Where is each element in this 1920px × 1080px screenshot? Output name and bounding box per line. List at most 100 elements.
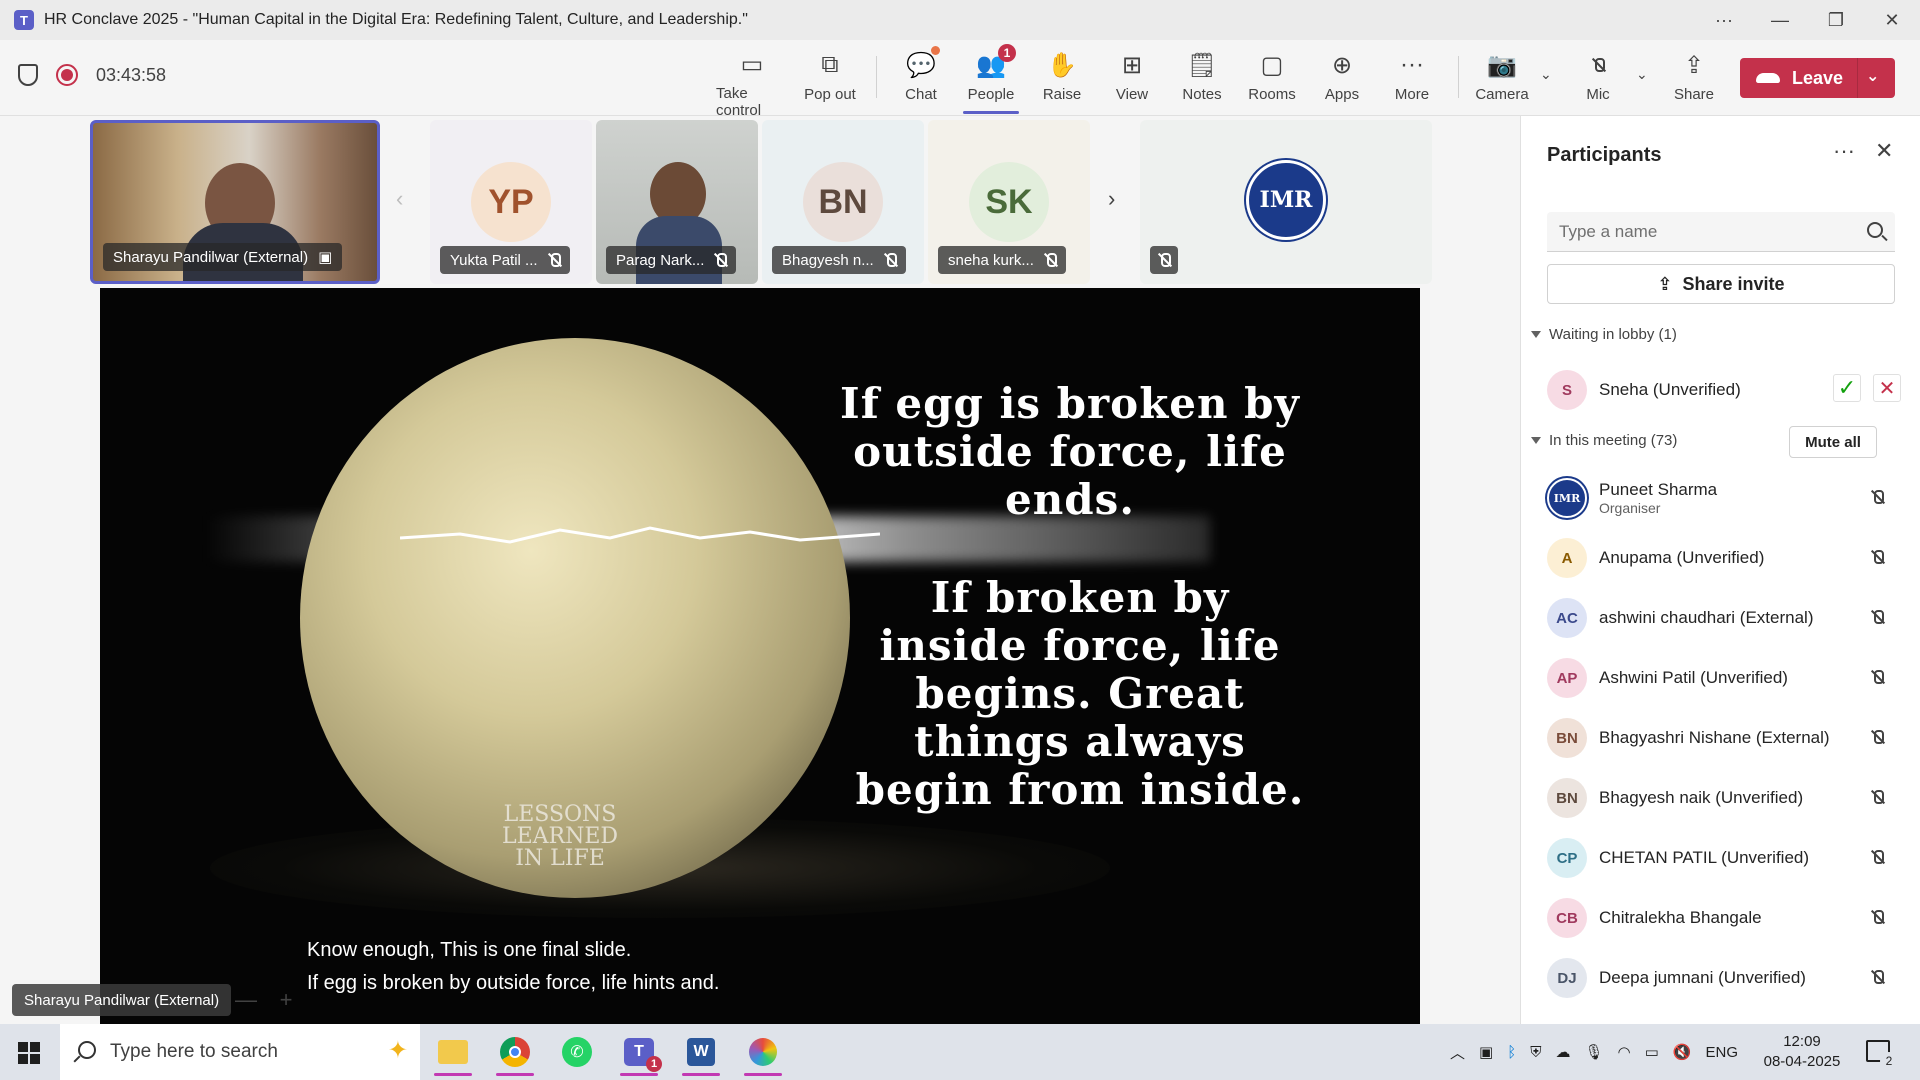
teams-icon: T — [14, 10, 34, 30]
mic-off-icon — [1871, 610, 1884, 624]
mic-options-chevron-icon[interactable]: ⌄ — [1636, 66, 1648, 83]
org-logo: IMR — [1246, 160, 1326, 240]
paint-icon[interactable] — [738, 1028, 788, 1076]
apps-button[interactable]: ⊕ Apps — [1306, 50, 1378, 110]
language-indicator[interactable]: ENG — [1706, 1044, 1739, 1061]
share-icon: ⇪ — [1657, 273, 1673, 294]
mic-off-icon — [1871, 970, 1884, 984]
close-icon[interactable]: ✕ — [1864, 0, 1920, 40]
zoom-out-button[interactable]: — — [230, 984, 262, 1016]
security-icon[interactable]: ⛨ — [1530, 1044, 1541, 1061]
participant-row[interactable]: A Anupama (Unverified) — [1547, 534, 1907, 582]
word-icon[interactable]: W — [676, 1028, 726, 1076]
participant-name: ashwini chaudhari (External) — [1599, 608, 1814, 627]
restore-icon[interactable]: ❐ — [1808, 0, 1864, 40]
windows-start-icon[interactable] — [18, 1042, 40, 1064]
share-invite-button[interactable]: ⇪ Share invite — [1547, 264, 1895, 304]
participant-search-input[interactable]: Type a name — [1547, 212, 1895, 252]
onedrive-icon[interactable]: ☁ — [1555, 1043, 1570, 1061]
more-button[interactable]: ··· More — [1376, 50, 1448, 110]
notification-center-icon[interactable]: 2 — [1866, 1040, 1898, 1070]
gallery-prev-icon[interactable]: ‹ — [396, 186, 403, 212]
participant-row[interactable]: CP CHETAN PATIL (Unverified) — [1547, 834, 1907, 882]
phone-icon — [1756, 73, 1780, 83]
pop-out-button[interactable]: ⧉ Pop out — [794, 50, 866, 110]
participant-row[interactable]: IMR Puneet Sharma Organiser — [1547, 474, 1907, 522]
windows-taskbar: Type here to search ✦ ✆ T1 W ︿ ▣ ᛒ ⛨ ☁ 🎙… — [0, 1024, 1920, 1080]
admit-button[interactable]: ✓ — [1833, 374, 1861, 402]
avatar: CB — [1547, 898, 1587, 938]
close-icon[interactable]: ✕ — [1875, 138, 1893, 164]
taskbar-clock[interactable]: 12:09 08-04-2025 — [1762, 1032, 1842, 1072]
view-button[interactable]: ⊞ View — [1096, 50, 1168, 110]
share-button[interactable]: ⇪ Share — [1658, 50, 1730, 110]
screen-share-icon: ▣ — [318, 249, 333, 266]
participant-row[interactable]: BN Bhagyashri Nishane (External) — [1547, 714, 1907, 762]
video-tile[interactable]: Parag Nark... — [596, 120, 758, 284]
meeting-toolbar: 03:43:58 ▭ Take control ⧉ Pop out 💬 Chat… — [0, 40, 1920, 119]
notes-button[interactable]: 🗒 Notes — [1166, 50, 1238, 110]
mic-off-icon — [1871, 490, 1884, 504]
avatar: AP — [1547, 658, 1587, 698]
panel-title: Participants — [1547, 144, 1662, 166]
notes-icon: 🗒 — [1186, 51, 1218, 79]
window-title: HR Conclave 2025 - "Human Capital in the… — [44, 11, 748, 28]
bluetooth-icon[interactable]: ᛒ — [1507, 1044, 1516, 1061]
wifi-icon[interactable]: ◠ — [1618, 1043, 1631, 1061]
microphone-icon[interactable]: 🎙 — [1584, 1043, 1603, 1061]
participant-name: Puneet Sharma — [1599, 480, 1718, 499]
video-tile[interactable]: BN Bhagyesh n... — [762, 120, 924, 284]
participant-row[interactable]: BN Bhagyesh naik (Unverified) — [1547, 774, 1907, 822]
deny-button[interactable]: ✕ — [1873, 374, 1901, 402]
recording-icon — [56, 64, 78, 86]
avatar: BN — [1547, 778, 1587, 818]
volume-muted-icon[interactable]: 🔇 — [1673, 1043, 1692, 1061]
mic-off-icon — [1871, 670, 1884, 684]
shared-screen: If egg is broken by outside force, life … — [100, 288, 1420, 1024]
toolbar-divider — [1458, 56, 1459, 98]
camera-button[interactable]: 📷 Camera — [1466, 50, 1538, 110]
more-options-icon[interactable]: ··· — [1696, 0, 1752, 40]
collapse-icon — [1531, 437, 1541, 444]
tile-name-label: Yukta Patil ... — [440, 246, 570, 274]
video-tile[interactable]: YP Yukta Patil ... — [430, 120, 592, 284]
chat-button[interactable]: 💬 Chat — [885, 46, 957, 110]
mute-all-button[interactable]: Mute all — [1789, 426, 1877, 458]
whatsapp-icon[interactable]: ✆ — [552, 1028, 602, 1076]
zoom-in-button[interactable]: + — [270, 984, 302, 1016]
lobby-participant-row[interactable]: S Sneha (Unverified) ✓ ✕ — [1547, 366, 1907, 414]
webcam-icon[interactable]: ▣ — [1479, 1043, 1493, 1061]
show-hidden-icons-chevron[interactable]: ︿ — [1450, 1042, 1465, 1063]
mic-off-icon — [1871, 790, 1884, 804]
meeting-section-header[interactable]: In this meeting (73) — [1531, 432, 1677, 449]
collapse-icon — [1531, 331, 1541, 338]
rooms-button[interactable]: ▢ Rooms — [1236, 50, 1308, 110]
camera-off-icon: 📷 — [1487, 51, 1517, 79]
take-control-button[interactable]: ▭ Take control — [716, 50, 788, 119]
gallery-next-icon[interactable]: › — [1108, 186, 1115, 212]
leave-options-chevron-icon[interactable]: ⌄ — [1866, 66, 1879, 86]
taskbar-search-input[interactable]: Type here to search ✦ — [60, 1024, 420, 1080]
avatar: A — [1547, 538, 1587, 578]
more-options-icon[interactable]: ··· — [1833, 138, 1855, 164]
people-button[interactable]: 👥 1 People — [955, 44, 1027, 114]
participant-row[interactable]: DJ Deepa jumnani (Unverified) — [1547, 954, 1907, 1002]
lobby-section-header[interactable]: Waiting in lobby (1) — [1531, 326, 1677, 343]
file-explorer-icon[interactable] — [428, 1028, 478, 1076]
battery-icon[interactable]: ▭ — [1645, 1043, 1659, 1061]
teams-icon[interactable]: T1 — [614, 1028, 664, 1076]
minimize-icon[interactable]: — — [1752, 0, 1808, 40]
participant-row[interactable]: AC ashwini chaudhari (External) — [1547, 594, 1907, 642]
mic-button[interactable]: Mic — [1562, 50, 1634, 110]
raise-hand-button[interactable]: ✋ Raise — [1026, 50, 1098, 110]
video-tile-active-speaker[interactable]: Sharayu Pandilwar (External) ▣ — [90, 120, 380, 284]
leave-button[interactable]: Leave ⌄ — [1740, 58, 1895, 98]
video-tile-organiser[interactable]: IMR — [1140, 120, 1432, 284]
participant-row[interactable]: CB Chitralekha Bhangale — [1547, 894, 1907, 942]
participant-row[interactable]: AP Ashwini Patil (Unverified) — [1547, 654, 1907, 702]
video-tile[interactable]: SK sneha kurk... — [928, 120, 1090, 284]
camera-options-chevron-icon[interactable]: ⌄ — [1540, 66, 1552, 83]
chrome-icon[interactable] — [490, 1028, 540, 1076]
participant-name: Bhagyesh naik (Unverified) — [1599, 788, 1804, 807]
avatar: YP — [471, 162, 551, 242]
